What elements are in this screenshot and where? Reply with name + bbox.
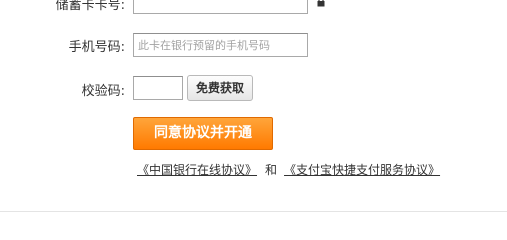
agreement-links: 《中国银行在线协议》和《支付宝快捷支付服务协议》 [137,161,440,178]
lock-icon [317,0,325,7]
card-number-input[interactable] [133,0,308,14]
and-text: 和 [265,163,278,177]
verification-code-input[interactable] [133,76,183,100]
get-sms-code-button[interactable]: 免费获取 [187,75,253,101]
bottom-divider [0,211,507,212]
bank-agreement-link[interactable]: 《中国银行在线协议》 [137,163,257,177]
agree-and-activate-button[interactable]: 同意协议并开通 [133,117,273,150]
verification-code-label: 校验码: [81,84,125,99]
phone-label: 手机号码: [68,40,125,55]
card-number-label: 储蓄卡卡号: [55,0,125,13]
phone-input[interactable] [133,33,308,57]
alipay-agreement-link[interactable]: 《支付宝快捷支付服务协议》 [284,163,440,177]
